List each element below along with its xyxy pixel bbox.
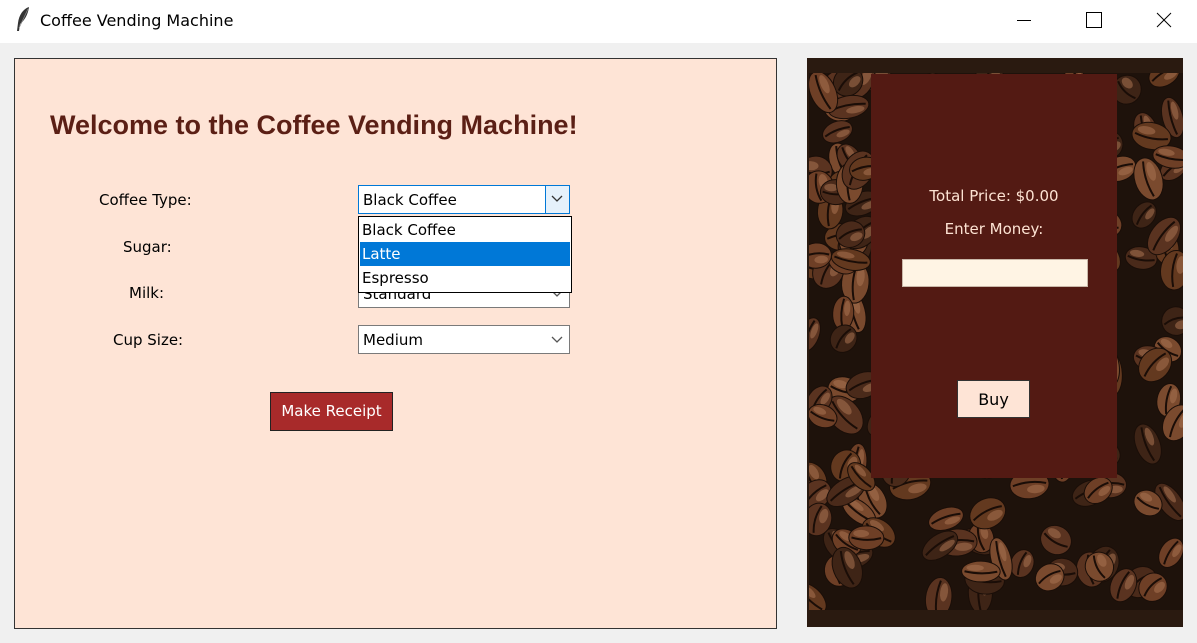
dropdown-option-espresso[interactable]: Espresso [360, 266, 570, 290]
coffee-type-label: Coffee Type: [99, 191, 192, 209]
title-bar: Coffee Vending Machine [0, 0, 1197, 43]
window-title: Coffee Vending Machine [40, 11, 234, 30]
close-button[interactable] [1141, 0, 1187, 40]
option-label: Espresso [362, 269, 429, 287]
coffee-type-dropdown-list: Black Coffee Latte Espresso [358, 216, 572, 293]
buy-button[interactable]: Buy [957, 380, 1030, 418]
enter-money-label: Enter Money: [944, 220, 1044, 238]
order-form-panel: Welcome to the Coffee Vending Machine! C… [14, 58, 777, 629]
maximize-icon [1086, 12, 1102, 28]
feather-icon [17, 7, 29, 31]
payment-panel: Total Price: $0.00 Enter Money: Buy [807, 58, 1183, 627]
option-label: Latte [362, 245, 401, 263]
coffee-type-value: Black Coffee [363, 191, 457, 209]
cup-size-label: Cup Size: [113, 331, 184, 349]
milk-label: Milk: [129, 284, 165, 302]
welcome-heading: Welcome to the Coffee Vending Machine! [50, 110, 578, 140]
chevron-down-icon [551, 195, 563, 202]
sugar-label: Sugar: [123, 238, 172, 256]
minimize-icon [1017, 20, 1031, 21]
dropdown-option-latte[interactable]: Latte [360, 242, 570, 266]
coffee-type-dropdown-button[interactable] [545, 186, 569, 213]
payment-card: Total Price: $0.00 Enter Money: Buy [871, 74, 1117, 478]
total-price-label: Total Price: $0.00 [929, 187, 1059, 205]
money-input[interactable] [902, 259, 1088, 287]
cup-size-value: Medium [363, 331, 423, 349]
option-label: Black Coffee [362, 221, 456, 239]
chevron-down-icon [551, 336, 563, 343]
buy-label: Buy [978, 390, 1009, 409]
close-icon [1156, 12, 1172, 28]
dropdown-option-black-coffee[interactable]: Black Coffee [360, 218, 570, 242]
maximize-button[interactable] [1071, 0, 1117, 40]
make-receipt-label: Make Receipt [281, 402, 382, 420]
minimize-button[interactable] [1001, 0, 1047, 40]
cup-size-select[interactable]: Medium [358, 325, 570, 354]
coffee-type-select[interactable]: Black Coffee [358, 185, 570, 214]
make-receipt-button[interactable]: Make Receipt [270, 392, 393, 431]
